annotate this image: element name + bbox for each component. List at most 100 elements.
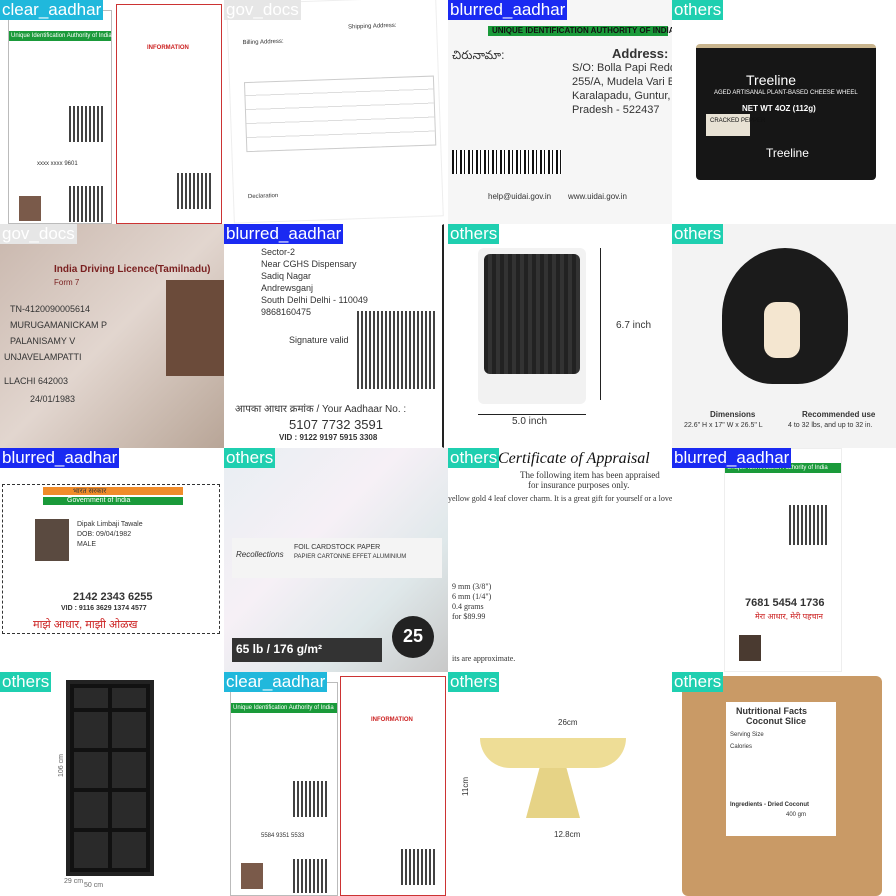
grid-cell[interactable]: Recollections FOIL CARDSTOCK PAPER PAPIE…	[224, 448, 448, 672]
class-label: others	[224, 448, 276, 468]
grid-cell[interactable]: Dimensions 22.6" H x 17" W x 26.5" L Rec…	[672, 224, 896, 448]
nutrition-label: Nutritional Facts Coconut Slice Serving …	[726, 702, 836, 836]
dimension-label: 26cm	[558, 718, 578, 727]
doc-text: Serving Size	[730, 732, 764, 738]
class-label: blurred_aadhar	[448, 0, 568, 20]
doc-text: help@uidai.gov.in	[488, 192, 552, 201]
doc-text: Signature valid	[289, 335, 349, 345]
baby	[764, 302, 800, 358]
photo	[19, 196, 41, 221]
qr-code	[293, 781, 329, 817]
doc-text: 7681 5454 1736	[745, 597, 825, 609]
grid-cell[interactable]: Nutritional Facts Coconut Slice Serving …	[672, 672, 896, 896]
doc-text: FOIL CARDSTOCK PAPER	[294, 544, 381, 551]
grid-cell[interactable]: India Driving Licence(Tamilnadu) Form 7 …	[0, 224, 224, 448]
doc-text: Karalapadu, Guntur, A	[572, 90, 672, 102]
doc-text: Dimensions	[710, 410, 756, 419]
dimension-line	[600, 248, 601, 400]
items-table	[243, 75, 437, 153]
orange-band	[43, 487, 183, 495]
grid-cell[interactable]: 50 cm 106 cm 29 cm others	[0, 672, 224, 896]
doc-text: UNJAVELAMPATTI	[4, 352, 82, 362]
doc-text: 2142 2343 6255	[73, 591, 153, 603]
kraft-bag: Nutritional Facts Coconut Slice Serving …	[682, 676, 882, 896]
doc-text: Unique Identification Authority of India	[231, 703, 337, 713]
doc-text: Form 7	[54, 278, 80, 287]
product-card	[478, 248, 586, 404]
photo	[241, 863, 263, 889]
doc-text: 9 mm (3/8")	[452, 582, 492, 591]
dimension-label: 6.7 inch	[616, 320, 652, 331]
doc-text: for insurance purposes only.	[528, 480, 630, 490]
aadhaar-back: INFORMATION	[340, 676, 446, 896]
doc-text: Ingredients - Dried Coconut	[730, 802, 810, 808]
qr-code	[177, 173, 213, 209]
class-label: others	[672, 224, 724, 244]
doc-text: Recommended use	[802, 410, 876, 419]
doc-text: PAPIER CARTONNE EFFET ALUMINIUM	[294, 554, 407, 560]
grid-cell[interactable]: Sector-2 Near CGHS Dispensary Sadiq Naga…	[224, 224, 448, 448]
doc-text: INFORMATION	[371, 717, 413, 723]
class-label: others	[0, 672, 52, 692]
grid-cell[interactable]: Unique Identification Authority of India…	[0, 0, 224, 224]
doc-text: Near CGHS Dispensary	[261, 259, 357, 269]
class-label: blurred_aadhar	[0, 448, 120, 468]
doc-text: LLACHI 642003	[4, 376, 69, 386]
doc-text: MURUGAMANICKAM P	[10, 320, 108, 330]
photo	[166, 280, 224, 376]
grid-cell[interactable]: UNIQUE IDENTIFICATION AUTHORITY OF INDIA…	[448, 0, 672, 224]
doc-text: UNIQUE IDENTIFICATION AUTHORITY OF INDIA	[492, 26, 672, 35]
doc-text: Sector-2	[261, 247, 296, 257]
class-label: others	[672, 0, 724, 20]
class-label: others	[448, 448, 500, 468]
aadhaar-front: Unique Identification Authority of India…	[230, 682, 338, 896]
doc-text: Pradesh - 522437	[572, 104, 660, 116]
class-label: others	[448, 672, 500, 692]
class-label: others	[672, 672, 724, 692]
doc-text: PALANISAMY V	[10, 336, 76, 346]
doc-text: Sadiq Nagar	[261, 271, 312, 281]
doc-text: Coconut Slice	[746, 716, 807, 726]
count-badge: 25	[392, 616, 434, 658]
aadhaar-front: Unique Identification Authority of India…	[724, 448, 842, 672]
grid-cell[interactable]: भारत सरकार Government of India Dipak Lim…	[0, 448, 224, 672]
grid-cell[interactable]: Treeline AGED ARTISANAL PLANT-BASED CHEE…	[672, 0, 896, 224]
doc-text: 4 to 32 lbs, and up to 32 in.	[788, 422, 873, 429]
qr-code	[357, 311, 435, 389]
doc-title: Certificate of Appraisal	[498, 450, 650, 467]
qr-code	[293, 859, 329, 893]
qr-code	[401, 849, 437, 885]
doc-text: yellow gold 4 leaf clover charm. It is a…	[448, 494, 672, 503]
doc-text: 5107 7732 3591	[289, 417, 383, 432]
dimension-label: 5.0 inch	[512, 416, 548, 427]
doc-text: DOB: 09/04/1982	[77, 531, 132, 538]
doc-text: South Delhi Delhi - 110049	[261, 295, 368, 305]
grid-cell[interactable]: 26cm 11cm 12.8cm others	[448, 672, 672, 896]
image-grid: Unique Identification Authority of India…	[0, 0, 896, 896]
barcode	[452, 150, 562, 174]
aadhaar-card: भारत सरकार Government of India Dipak Lim…	[2, 484, 220, 634]
doc-text: 6 mm (1/4")	[452, 592, 492, 601]
doc-text: MALE	[77, 541, 97, 548]
bookshelf	[66, 680, 154, 876]
doc-text: its are approximate.	[452, 654, 516, 663]
doc-text: Andrewsganj	[261, 283, 314, 293]
grid-cell[interactable]: Certificate of Appraisal The following i…	[448, 448, 672, 672]
aadhaar-front: Unique Identification Authority of India…	[8, 10, 112, 224]
doc-text: Shipping Address:	[348, 22, 397, 31]
grid-cell[interactable]: Billing Address: Shipping Address: Decla…	[224, 0, 448, 224]
qr-code	[69, 106, 105, 142]
doc-text: माझे आधार, माझी ओळख	[33, 619, 138, 631]
doc-text: Nutritional Facts	[736, 706, 808, 716]
photo	[35, 519, 69, 561]
doc-text: India Driving Licence(Tamilnadu)	[54, 264, 211, 275]
doc-text: TN-4120090005614	[10, 304, 91, 314]
car-seat	[722, 248, 848, 384]
grid-cell[interactable]: Unique Identification Authority of India…	[672, 448, 896, 672]
grid-cell[interactable]: 6.7 inch 5.0 inch others	[448, 224, 672, 448]
dimension-label: 50 cm	[84, 882, 104, 889]
bowl-stand	[526, 768, 580, 818]
grid-cell[interactable]: Unique Identification Authority of India…	[224, 672, 448, 896]
doc-text: Government of India	[67, 497, 131, 504]
dimension-label: 29 cm	[64, 878, 84, 885]
